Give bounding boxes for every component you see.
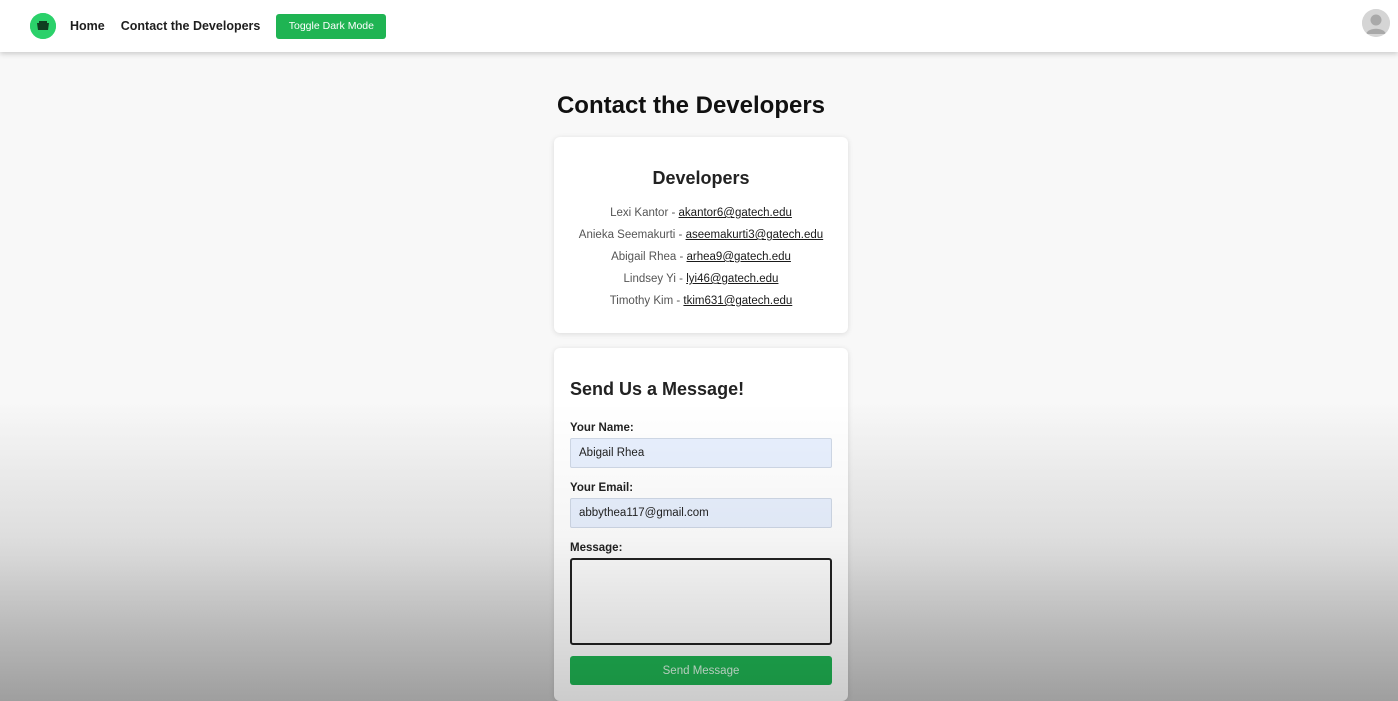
- email-input[interactable]: [570, 498, 832, 528]
- developer-email-link[interactable]: akantor6@gatech.edu: [679, 207, 792, 219]
- name-field-label: Your Name:: [570, 422, 634, 434]
- developer-name: Lexi Kantor: [610, 207, 669, 219]
- user-avatar-icon[interactable]: [1362, 9, 1390, 37]
- developer-email-link[interactable]: arhea9@gatech.edu: [687, 251, 791, 263]
- developer-email-link[interactable]: aseemakurti3@gatech.edu: [686, 229, 824, 241]
- developer-name: Abigail Rhea: [611, 251, 677, 263]
- developers-card: Developers Lexi Kantor - akantor6@gatech…: [554, 137, 848, 333]
- navbar: Home Contact the Developers Toggle Dark …: [0, 0, 1398, 52]
- developer-row: Abigail Rhea - arhea9@gatech.edu: [611, 251, 791, 263]
- send-message-button[interactable]: Send Message: [570, 656, 832, 685]
- developer-name: Anieka Seemakurti: [578, 229, 676, 241]
- name-input[interactable]: [570, 438, 832, 468]
- developer-row: Lindsey Yi - lyi46@gatech.edu: [623, 273, 779, 285]
- developers-heading: Developers: [652, 168, 750, 188]
- developer-email-link[interactable]: tkim631@gatech.edu: [683, 295, 792, 307]
- nav-contact-link[interactable]: Contact the Developers: [121, 19, 261, 33]
- email-field-label: Your Email:: [570, 482, 634, 494]
- developer-row: Anieka Seemakurti - aseemakurti3@gatech.…: [578, 229, 824, 241]
- page-title: Contact the Developers: [556, 92, 826, 119]
- message-form-heading: Send Us a Message!: [570, 379, 745, 399]
- message-textarea[interactable]: [570, 558, 832, 645]
- developer-name: Timothy Kim: [609, 295, 674, 307]
- message-form-card: Send Us a Message! Your Name: Your Email…: [554, 348, 848, 701]
- developer-name: Lindsey Yi: [623, 273, 676, 285]
- developer-row: Lexi Kantor - akantor6@gatech.edu: [610, 207, 792, 219]
- nav-home-link[interactable]: Home: [70, 19, 105, 33]
- toggle-dark-mode-button[interactable]: Toggle Dark Mode: [276, 13, 387, 39]
- message-field-label: Message:: [570, 542, 623, 554]
- developer-email-link[interactable]: lyi46@gatech.edu: [686, 273, 778, 285]
- app-logo-icon[interactable]: [30, 13, 56, 39]
- developer-row: Timothy Kim - tkim631@gatech.edu: [609, 295, 793, 307]
